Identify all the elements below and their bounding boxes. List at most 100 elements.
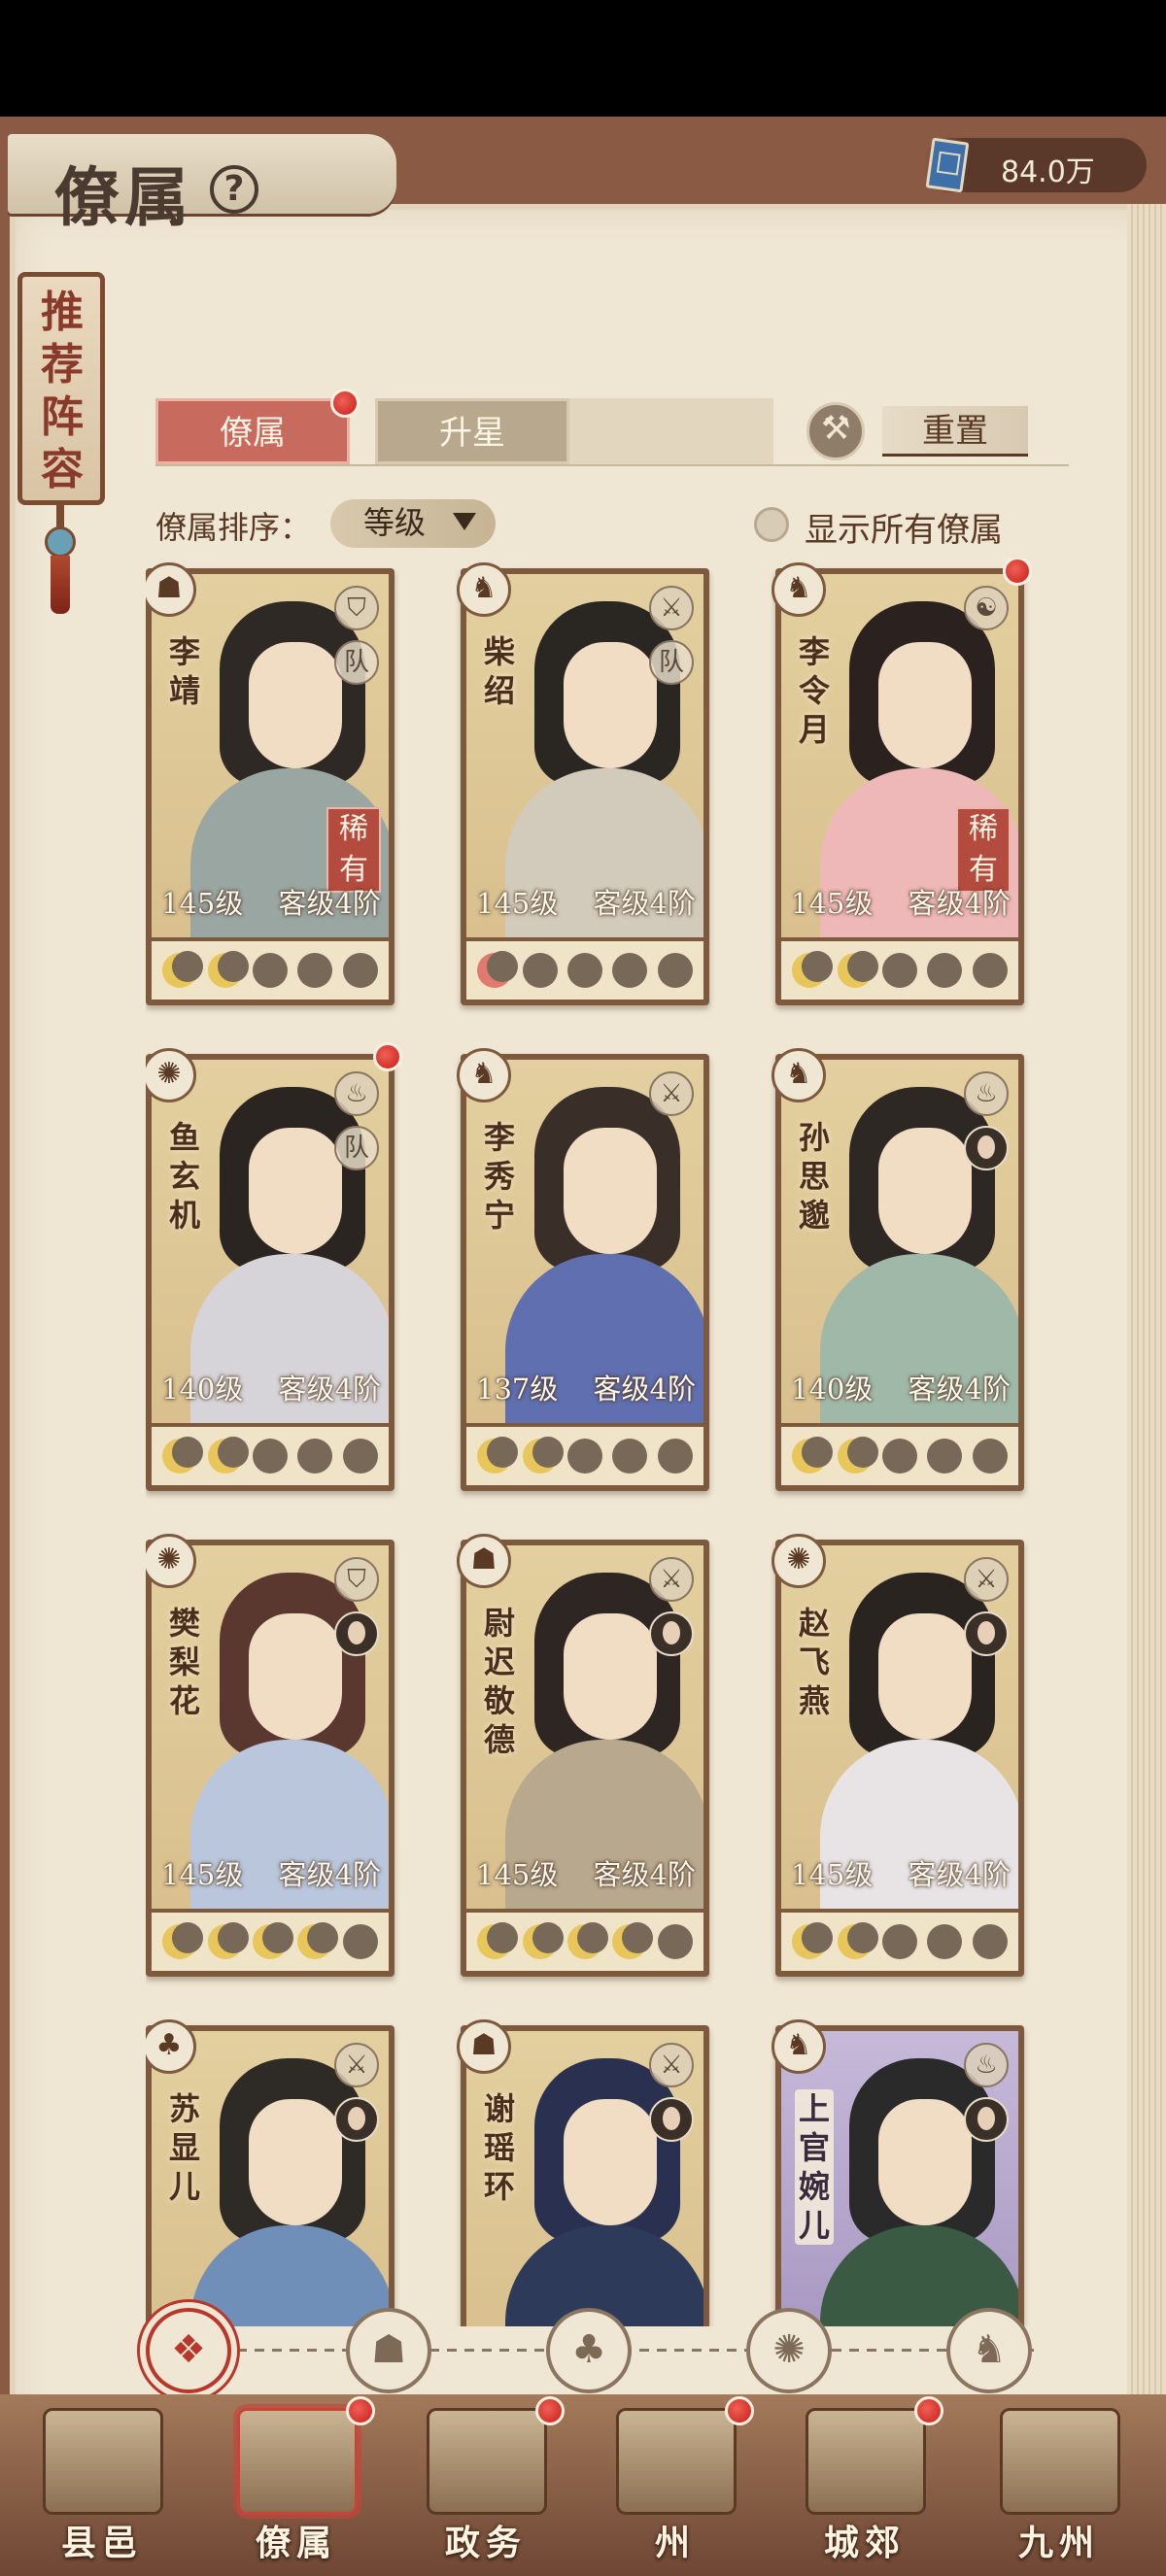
cauldron-icon: ♨ [964, 2043, 1009, 2087]
portrait-face [564, 1128, 657, 1254]
nav-label: 僚属 [255, 2523, 337, 2563]
moon-star-empty-icon [657, 953, 693, 988]
member-name: 赵飞燕 [798, 1605, 830, 1719]
member-level: 145级 [791, 1858, 874, 1891]
reset-control: 重置 [806, 398, 1040, 464]
member-card[interactable]: 柴绍 ⚔ 队 145级 客级4阶 ♞ [457, 562, 709, 1005]
moon-star-filled-icon [522, 1922, 564, 1959]
star-row [781, 1913, 1018, 1971]
pavilion-icon [616, 2408, 737, 2515]
moon-star-filled-icon [522, 1437, 564, 1474]
member-level: 145级 [791, 887, 874, 920]
moon-star-empty-icon [252, 953, 288, 988]
member-card[interactable]: 鱼玄机 ♨ 队 140级 客级4阶 ✺ [146, 1042, 402, 1491]
member-level: 140级 [791, 1373, 874, 1406]
moon-star-empty-icon [881, 1924, 917, 1959]
moon-star-filled-icon [207, 1437, 249, 1474]
reset-button[interactable]: 重置 [882, 406, 1028, 457]
member-card[interactable]: 孙思邈 ♨ 140级 客级4阶 ♞ [772, 1048, 1024, 1491]
filter-gourd-icon[interactable]: ♣ [546, 2308, 632, 2393]
header: 僚属 ? 84.0万 [0, 117, 1166, 235]
member-card[interactable]: 上官婉儿 ♨ ♞ [772, 2019, 1024, 2326]
member-card[interactable]: 谢瑶环 ⚔ ☗ [457, 2019, 709, 2326]
member-card[interactable]: 尉迟敬德 ⚔ 145级 客级4阶 ☗ [457, 1534, 709, 1977]
nav-item[interactable]: 僚属 [214, 2396, 379, 2575]
moon-star-empty-icon [522, 953, 558, 988]
team-badge: 队 [334, 1126, 379, 1170]
moon-star-empty-icon [342, 1439, 378, 1474]
member-name: 李靖 [168, 633, 200, 709]
member-card-grid: 李靖 ⛉ 队稀有 145级 客级4阶 ☗ 柴绍 ⚔ 队 145级 客级4阶 ♞ 李令月 ☯ 稀有 145级 客级… [146, 559, 1079, 2326]
nav-item[interactable]: 九州 [977, 2400, 1142, 2575]
filter-helmet-icon[interactable]: ☗ [346, 2308, 431, 2393]
nav-item[interactable]: 政务 [403, 2396, 568, 2575]
portrait-art: 谢瑶环 ⚔ [466, 2031, 703, 2326]
member-card[interactable]: 苏显儿 ⚔ ♣ [146, 2019, 394, 2326]
member-level: 145级 [161, 887, 244, 920]
member-guest-rank: 客级4阶 [278, 1858, 381, 1891]
map-icon [1000, 2408, 1120, 2515]
sort-dropdown[interactable]: 等级 [330, 499, 496, 548]
star-row [152, 941, 389, 1000]
card-stats: 145级 客级4阶 [152, 877, 389, 920]
recommend-lineup-button[interactable]: 推荐阵容 [17, 243, 105, 614]
show-all-toggle[interactable]: 显示所有僚属 [754, 501, 1046, 550]
nav-label: 县邑 [60, 2523, 143, 2563]
notification-dot [373, 1042, 402, 1071]
member-name: 鱼玄机 [168, 1119, 200, 1234]
sword-icon: ⚔ [649, 2043, 694, 2087]
filter-all-icon[interactable]: ❖ [146, 2308, 231, 2393]
moon-star-empty-icon [566, 1439, 602, 1474]
bond-avatar-icon [964, 1611, 1009, 1656]
member-name: 尉迟敬德 [483, 1605, 515, 1758]
faction-icon: ♞ [772, 1048, 826, 1102]
nav-item[interactable]: 县邑 [19, 2400, 185, 2575]
member-name: 李秀宁 [483, 1119, 515, 1234]
filter-horse-icon[interactable]: ♞ [946, 2308, 1032, 2393]
moon-star-filled-icon [477, 1437, 519, 1474]
moon-star-filled-icon [207, 1922, 249, 1959]
portrait-face [249, 2099, 342, 2225]
moon-star-filled-icon [162, 1437, 204, 1474]
currency-display[interactable]: 84.0万 [923, 137, 1147, 193]
shield-icon: ⛉ [334, 1557, 379, 1602]
show-all-radio[interactable] [754, 507, 789, 542]
bottom-navigation: 县邑 僚属 政务 州 城郊 九州 [0, 2394, 1166, 2576]
portrait-face [878, 1613, 972, 1740]
taiji-icon: ☯ [964, 586, 1009, 630]
nav-label: 州 [654, 2523, 696, 2563]
filter-fan-icon[interactable]: ✺ [746, 2308, 832, 2393]
star-row [152, 1913, 389, 1971]
member-card[interactable]: 樊梨花 ⛉ 145级 客级4阶 ✺ [146, 1534, 394, 1977]
nav-label: 政务 [444, 2523, 527, 2563]
nav-item[interactable]: 州 [593, 2396, 758, 2575]
star-row [781, 1427, 1018, 1485]
tassel-knot [45, 526, 76, 558]
member-card[interactable]: 李令月 ☯ 稀有 145级 客级4阶 ♞ [772, 559, 1032, 1005]
member-name: 苏显儿 [168, 2090, 200, 2205]
card-stats: 145级 客级4阶 [466, 1848, 703, 1891]
reset-tool-icon[interactable] [806, 402, 865, 460]
tab-upgrade-star[interactable]: 升星 [375, 398, 569, 464]
member-card[interactable]: 赵飞燕 ⚔ 145级 客级4阶 ✺ [772, 1534, 1024, 1977]
member-name: 谢瑶环 [483, 2090, 515, 2205]
book-icon [925, 137, 970, 193]
member-level: 145级 [476, 1858, 559, 1891]
nav-label: 城郊 [823, 2523, 906, 2563]
moon-star-filled-icon [792, 1437, 834, 1474]
portrait-face [564, 1613, 657, 1740]
member-card[interactable]: 李靖 ⛉ 队稀有 145级 客级4阶 ☗ [146, 562, 394, 1005]
member-card[interactable]: 李秀宁 ⚔ 137级 客级4阶 ♞ [457, 1048, 709, 1491]
card-stats: 145级 客级4阶 [781, 877, 1018, 920]
shield-icon: ⛉ [334, 586, 379, 630]
portrait-art: 苏显儿 ⚔ [152, 2031, 389, 2326]
member-guest-rank: 客级4阶 [593, 1858, 696, 1891]
bond-avatar-icon [964, 1126, 1009, 1170]
tab-members[interactable]: 僚属 [155, 398, 350, 464]
nav-item[interactable]: 城郊 [782, 2396, 947, 2575]
member-guest-rank: 客级4阶 [278, 1373, 381, 1406]
help-icon[interactable]: ? [210, 165, 258, 214]
show-all-label: 显示所有僚属 [805, 511, 1003, 550]
faction-icon: ✺ [772, 1534, 826, 1588]
moon-star-empty-icon [612, 1439, 648, 1474]
